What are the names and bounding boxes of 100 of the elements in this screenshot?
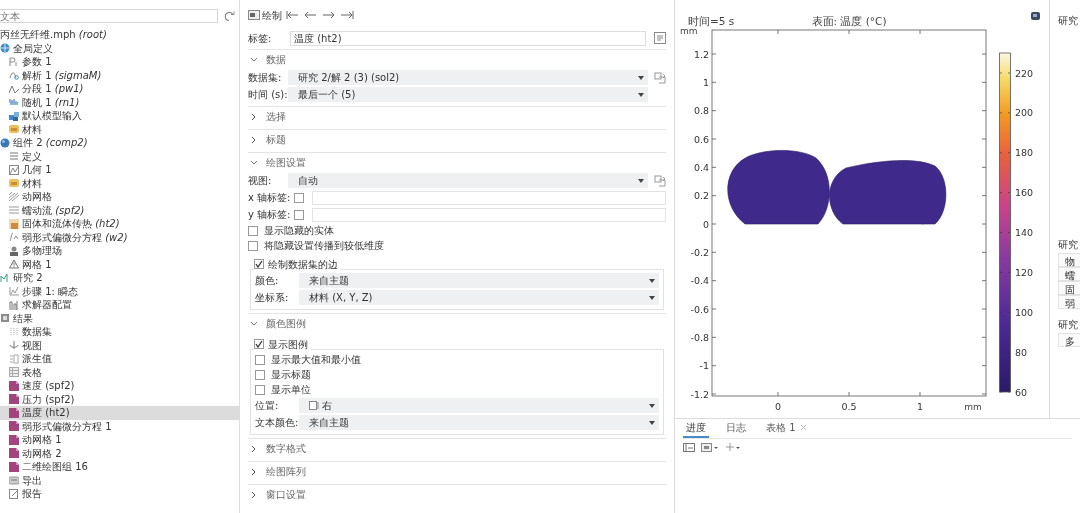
tree-item[interactable]: 导出 [0,473,239,487]
checkbox[interactable] [248,225,258,236]
tree-item[interactable]: 参数 1 [0,55,239,69]
tree-item[interactable]: 蠕动流 (spf2) [0,203,239,217]
section-header[interactable]: 窗口设置 [248,484,666,504]
tree-item[interactable]: 数据集 [0,325,239,339]
next-icon[interactable] [322,10,336,20]
tree-item[interactable]: 温度 (ht2) [0,406,239,420]
checkbox[interactable] [254,339,264,349]
dropdown[interactable]: 自动 [288,173,648,188]
tree-item[interactable]: 定义 [0,149,239,163]
tree-item[interactable]: 网格 1 [0,257,239,271]
tab[interactable]: 日志 [723,419,749,438]
chevron-right-icon [250,112,258,121]
tree-item[interactable]: 弱形式偏微分方程 (w2) [0,230,239,244]
section-header[interactable]: 绘图阵列 [248,461,666,481]
list-icon [9,151,19,162]
plot-button[interactable]: 绘制 [248,7,282,23]
section-header[interactable]: 颜色图例 [248,313,666,333]
last-icon[interactable] [340,10,354,20]
cubes-icon [9,110,19,121]
axis-unit: mm [680,26,698,36]
text-field[interactable] [312,207,666,222]
tree-item[interactable]: 视图 [0,338,239,352]
tree-item[interactable]: 二维绘图组 16 [0,460,239,474]
chevron-right-icon [250,490,258,499]
panel-icon[interactable] [683,441,695,453]
tick-label: 0 [775,401,781,412]
tree-item[interactable]: 解析 1 (sigmaM) [0,68,239,82]
tree-item[interactable]: 材料 [0,122,239,136]
search-field[interactable]: 文本 [0,9,218,23]
checkbox[interactable] [254,259,264,269]
checkbox[interactable] [255,384,265,395]
tree-item[interactable]: 报告 [0,487,239,501]
section-header[interactable]: 数字格式 [248,438,666,458]
checkbox[interactable] [255,354,265,365]
color-bar-label: 60 [1015,386,1028,398]
tree-item[interactable]: 结果 [0,311,239,325]
tree-item[interactable]: 随机 1 (rn1) [0,95,239,109]
tree-item[interactable]: 动网格 2 [0,446,239,460]
dropdown[interactable]: 右 [299,398,659,413]
tree-item[interactable]: 固体和流体传热 (ht2) [0,217,239,231]
function-icon [9,70,19,81]
color-bar-label: 80 [1015,346,1028,358]
checkbox[interactable] [294,192,304,203]
flow-icon [9,205,19,216]
tick-label: -0.8 [690,331,709,343]
previous-icon[interactable] [304,10,318,20]
tree-item[interactable]: 分段 1 (pw1) [0,82,239,96]
tree-item[interactable]: 求解器配置 [0,298,239,312]
first-icon[interactable] [286,10,300,20]
tree-item[interactable]: 默认模型输入 [0,109,239,123]
tree-item[interactable]: 全局定义 [0,41,239,55]
tree-item[interactable]: 步骤 1: 瞬态 [0,284,239,298]
checkbox[interactable] [255,369,265,380]
tree-item[interactable]: 研究 2 [0,271,239,285]
window-dropdown-icon[interactable] [701,441,719,453]
tree-item[interactable]: 多物理场 [0,244,239,258]
study-icon [0,272,10,283]
field-label: 标签: [248,31,273,46]
tick-label: -0.2 [690,246,709,258]
tick-label: 0 [702,218,709,230]
tree-item[interactable]: 几何 1 [0,163,239,177]
dropdown[interactable]: 材料 (X, Y, Z) [299,290,659,305]
tree-item[interactable]: 丙丝无纤维.mph (root) [0,28,239,42]
checkbox-label: 将隐藏设置传播到较低维度 [264,239,384,253]
refresh-icon [224,10,235,22]
grid-icon [9,326,19,337]
tree-item[interactable]: 组件 2 (comp2) [0,136,239,150]
tree-item[interactable]: 压力 (spf2) [0,392,239,406]
split-dropdown-icon[interactable] [725,441,741,453]
text-field[interactable] [312,190,666,205]
tree-item[interactable]: 表格 [0,365,239,379]
color-bar-label: 100 [1015,306,1034,318]
checkbox[interactable] [248,240,258,251]
checkbox-label: 显示隐藏的实体 [264,224,334,238]
plot-icon [9,448,19,459]
tree-item[interactable]: 速度 (spf2) [0,379,239,393]
field-label: 坐标系: [255,291,290,305]
dropdown[interactable]: 来自主题 [299,415,659,430]
table-cell: 蠕 [1058,267,1080,281]
chevron-down-icon [250,55,258,64]
chevron-right-icon [250,444,258,453]
tree-item[interactable]: 动网格 1 [0,433,239,447]
legend-toggle-icon[interactable] [1031,12,1040,20]
section-header[interactable]: 数据 [248,49,666,69]
tree-item[interactable]: 弱形式偏微分方程 1 [0,419,239,433]
label-field[interactable]: 温度 (ht2) [290,30,646,46]
dropdown[interactable]: 来自主题 [299,273,659,288]
section-header[interactable]: 标题 [248,129,666,149]
tree-item[interactable]: 派生值 [0,352,239,366]
tree-item[interactable]: 材料 [0,176,239,190]
tree-item[interactable]: 动网格 [0,190,239,204]
section-header[interactable]: 绘图设置 [248,152,666,172]
dropdown[interactable]: 研究 2/解 2 (3) (sol2) [288,70,648,85]
checkbox[interactable] [294,209,304,220]
section-header[interactable]: 选择 [248,106,666,126]
dropdown[interactable]: 最后一个 (5) [288,87,648,102]
tab[interactable]: 进度 [683,419,709,438]
tab[interactable]: 表格 1 [763,419,810,438]
